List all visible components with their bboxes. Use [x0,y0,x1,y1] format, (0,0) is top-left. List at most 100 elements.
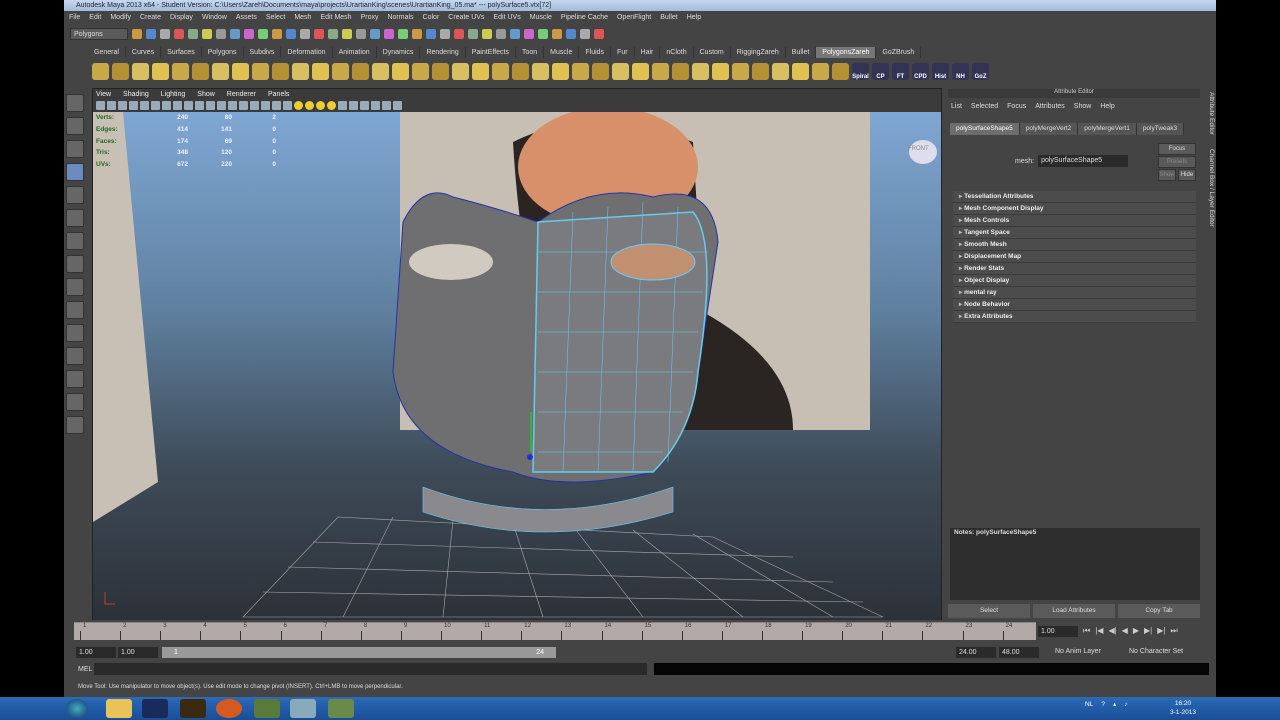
viewport-tool-icon[interactable] [393,101,402,110]
toolbar-icon[interactable] [510,28,520,39]
toolbar-icon[interactable] [552,28,562,39]
section-mental-ray[interactable]: mental ray [953,287,1196,299]
ae-menu-show[interactable]: Show [1074,103,1092,110]
shelf-tool-icon[interactable] [732,62,749,80]
shelf-tab-toon[interactable]: Toon [516,47,545,58]
shelf-ft-button[interactable]: FT [892,62,909,80]
ae-tab-polytweak3[interactable]: polyTweak3 [1136,123,1185,135]
viewport-tool-icon[interactable] [107,101,116,110]
shelf-tool-icon[interactable] [692,62,709,80]
tool-icon[interactable] [66,301,84,319]
menu-file[interactable]: File [69,12,80,24]
viewport-tool-icon[interactable] [184,101,193,110]
shelf-tool-icon[interactable] [372,62,389,80]
shelf-tool-icon[interactable] [652,62,669,80]
toolbar-icon[interactable] [426,28,436,39]
viewport-tool-icon[interactable] [250,101,259,110]
toolbar-icon[interactable] [580,28,590,39]
step-back-key-button[interactable]: |◀ [1095,626,1103,636]
shelf-tool-icon[interactable] [592,62,609,80]
ae-menu-list[interactable]: List [951,103,962,110]
menu-bullet[interactable]: Bullet [660,12,678,24]
shelf-tool-icon[interactable] [312,62,329,80]
tool-icon[interactable] [66,278,84,296]
menu-assets[interactable]: Assets [236,12,257,24]
section-mesh-controls[interactable]: Mesh Controls [953,215,1196,227]
toolbar-icon[interactable] [314,28,324,39]
start-time-field[interactable]: 1.00 [76,647,116,658]
toolbar-icon[interactable] [412,28,422,39]
shelf-tab-surfaces[interactable]: Surfaces [161,47,202,58]
shelf-tab-rendering[interactable]: Rendering [420,47,466,58]
section-object-display[interactable]: Object Display [953,275,1196,287]
shelf-nh-button[interactable]: NH [952,62,969,80]
mel-label[interactable]: MEL [78,666,92,673]
menu-color[interactable]: Color [423,12,440,24]
shelf-tool-icon[interactable] [672,62,689,80]
explorer-taskbar-icon[interactable] [106,699,132,718]
tool-icon[interactable] [66,94,84,112]
tool-icon[interactable] [66,163,84,181]
section-mesh-component-display[interactable]: Mesh Component Display [953,203,1196,215]
shelf-tool-icon[interactable] [752,62,769,80]
shelf-tool-icon[interactable] [132,62,149,80]
viewport-tool-icon[interactable] [349,101,358,110]
select-button[interactable]: Select [948,604,1030,618]
viewport-tool-icon[interactable] [173,101,182,110]
toolbar-icon[interactable] [272,28,282,39]
toolbar-icon[interactable] [594,28,604,39]
shelf-tool-icon[interactable] [152,62,169,80]
tool-icon[interactable] [66,209,84,227]
shelf-tool-icon[interactable] [272,62,289,80]
shelf-tab-general[interactable]: General [88,47,126,58]
toolbar-icon[interactable] [524,28,534,39]
shelf-tool-icon[interactable] [452,62,469,80]
tool-icon[interactable] [66,255,84,273]
shelf-tool-icon[interactable] [612,62,629,80]
toolbar-icon[interactable] [230,28,240,39]
shelf-hist-button[interactable]: Hist [932,62,949,80]
viewport-tool-icon[interactable] [228,101,237,110]
shelf-tab-polygonszareh[interactable]: PolygonsZareh [816,47,877,58]
viewport-tool-icon[interactable] [283,101,292,110]
character-set-select[interactable]: No Character Set [1129,648,1183,655]
shelf-tab-fluids[interactable]: Fluids [579,47,612,58]
menu-muscle[interactable]: Muscle [530,12,552,24]
command-line-input[interactable] [94,663,647,675]
step-back-button[interactable]: ◀| [1108,626,1116,636]
playback-end-field[interactable]: 24.00 [956,647,996,658]
tool-icon[interactable] [66,117,84,135]
menu-select[interactable]: Select [266,12,285,24]
shelf-tool-icon[interactable] [712,62,729,80]
app-taskbar-icon[interactable] [254,699,280,718]
shelf-goz-button[interactable]: GoZ [972,62,989,80]
copy-tab-button[interactable]: Copy Tab [1118,604,1200,618]
section-node-behavior[interactable]: Node Behavior [953,299,1196,311]
menu-set-select[interactable]: Polygons [70,27,128,40]
mesh-field[interactable]: polySurfaceShape5 [1038,155,1129,167]
step-forward-button[interactable]: ▶| [1144,626,1152,636]
play-back-button[interactable]: ◀ [1122,626,1128,636]
ae-menu-help[interactable]: Help [1100,103,1114,110]
shelf-tool-icon[interactable] [292,62,309,80]
shelf-tool-icon[interactable] [792,62,809,80]
section-extra-attributes[interactable]: Extra Attributes [953,311,1196,323]
tool-icon[interactable] [66,140,84,158]
shelf-tool-icon[interactable] [472,62,489,80]
shelf-spiral-button[interactable]: Spiral [852,62,869,80]
end-time-field[interactable]: 48.00 [999,647,1039,658]
toolbar-icon[interactable] [160,28,170,39]
menu-openflight[interactable]: OpenFlight [617,12,651,24]
shelf-tool-icon[interactable] [232,62,249,80]
shelf-tool-icon[interactable] [532,62,549,80]
shelf-tool-icon[interactable] [492,62,509,80]
range-slider[interactable]: 1 24 [162,647,556,658]
toolbar-icon[interactable] [174,28,184,39]
shelf-tool-icon[interactable] [172,62,189,80]
ae-menu-focus[interactable]: Focus [1007,103,1026,110]
toolbar-icon[interactable] [356,28,366,39]
anim-layer-select[interactable]: No Anim Layer [1055,648,1101,655]
toolbar-icon[interactable] [566,28,576,39]
tool-icon[interactable] [66,416,84,434]
viewport-tool-icon[interactable] [162,101,171,110]
